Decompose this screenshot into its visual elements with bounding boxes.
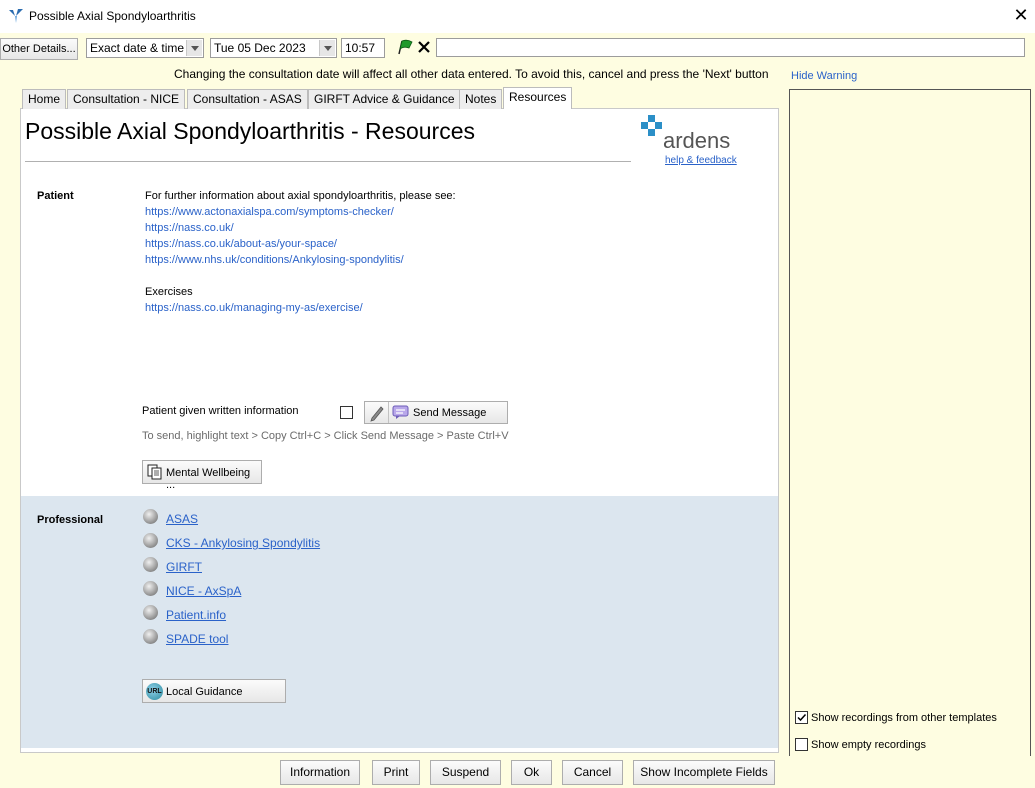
local-guidance-label: Local Guidance	[166, 686, 243, 698]
cancel-button[interactable]: Cancel	[562, 760, 623, 785]
globe-icon	[143, 629, 158, 644]
tab-consultation-nice[interactable]: Consultation - NICE	[67, 89, 186, 109]
print-button[interactable]: Print	[372, 760, 420, 785]
button-divider	[388, 402, 389, 423]
recordings-side-panel	[789, 89, 1031, 757]
globe-icon	[143, 557, 158, 572]
chevron-down-icon[interactable]	[319, 40, 335, 56]
title-divider	[25, 161, 631, 162]
patient-link[interactable]: https://www.nhs.uk/conditions/Ankylosing…	[145, 254, 404, 266]
date-mode-select[interactable]: Exact date & time	[86, 38, 204, 58]
professional-section-label: Professional	[37, 514, 104, 526]
free-text-input[interactable]	[436, 38, 1025, 57]
show-other-templates-checkbox[interactable]	[795, 711, 808, 724]
written-info-checkbox[interactable]	[340, 406, 353, 419]
information-button[interactable]: Information	[280, 760, 360, 785]
other-details-button[interactable]: Other Details...	[0, 38, 78, 60]
chat-bubble-icon	[392, 405, 409, 419]
show-incomplete-fields-button[interactable]: Show Incomplete Fields	[633, 760, 775, 785]
professional-link-nice[interactable]: NICE - AxSpA	[166, 584, 241, 598]
show-empty-recordings-label: Show empty recordings	[811, 739, 926, 751]
professional-link-asas[interactable]: ASAS	[166, 512, 198, 526]
show-empty-recordings-checkbox[interactable]	[795, 738, 808, 751]
professional-section	[21, 496, 778, 748]
chevron-down-icon[interactable]	[186, 40, 202, 56]
show-other-templates-label: Show recordings from other templates	[811, 712, 997, 724]
local-guidance-button[interactable]: URL Local Guidance	[142, 679, 286, 703]
professional-link-cks[interactable]: CKS - Ankylosing Spondylitis	[166, 536, 320, 550]
pencil-icon	[370, 406, 384, 422]
send-hint-text: To send, highlight text > Copy Ctrl+C > …	[142, 430, 509, 442]
globe-icon	[143, 533, 158, 548]
help-feedback-link[interactable]: help & feedback	[665, 155, 737, 166]
patient-intro-text: For further information about axial spon…	[145, 190, 456, 202]
exercises-label: Exercises	[145, 286, 193, 298]
tab-notes[interactable]: Notes	[459, 89, 503, 109]
ardens-logo-text: ardens	[663, 128, 730, 153]
patient-section-label: Patient	[37, 190, 74, 202]
checkmark-icon	[797, 713, 807, 722]
send-message-button[interactable]: Send Message	[364, 401, 508, 424]
patient-link[interactable]: https://nass.co.uk/	[145, 222, 234, 234]
written-info-label: Patient given written information	[142, 405, 299, 417]
window-title: Possible Axial Spondyloarthritis	[29, 9, 196, 23]
green-flag-icon[interactable]	[396, 38, 414, 56]
professional-link-patient-info[interactable]: Patient.info	[166, 608, 226, 622]
time-field[interactable]: 10:57	[341, 38, 385, 58]
globe-icon	[143, 509, 158, 524]
tab-consultation-asas[interactable]: Consultation - ASAS	[187, 89, 308, 109]
patient-link[interactable]: https://www.actonaxialspa.com/symptoms-c…	[145, 206, 394, 218]
tab-girft[interactable]: GIRFT Advice & Guidance	[308, 89, 461, 109]
app-logo-icon	[9, 9, 23, 23]
date-mode-value: Exact date & time	[90, 41, 185, 55]
url-globe-icon: URL	[146, 683, 163, 700]
ardens-logo: ardens	[641, 115, 730, 153]
clear-x-icon[interactable]	[417, 40, 431, 54]
globe-icon	[143, 605, 158, 620]
suspend-button[interactable]: Suspend	[430, 760, 501, 785]
date-value: Tue 05 Dec 2023	[214, 41, 306, 55]
tab-home[interactable]: Home	[22, 89, 67, 109]
mental-wellbeing-label: Mental Wellbeing ...	[166, 467, 251, 491]
mental-wellbeing-button[interactable]: Mental Wellbeing ...	[142, 460, 262, 491]
globe-icon	[143, 581, 158, 596]
page-title: Possible Axial Spondyloarthritis - Resou…	[25, 118, 475, 144]
hide-warning-link[interactable]: Hide Warning	[791, 70, 857, 82]
documents-icon	[147, 464, 162, 480]
patient-link[interactable]: https://nass.co.uk/about-as/your-space/	[145, 238, 337, 250]
date-warning-text: Changing the consultation date will affe…	[174, 67, 769, 81]
tab-resources[interactable]: Resources	[503, 87, 573, 109]
professional-link-girft[interactable]: GIRFT	[166, 560, 202, 574]
ok-button[interactable]: Ok	[511, 760, 552, 785]
exercise-link[interactable]: https://nass.co.uk/managing-my-as/exerci…	[145, 302, 363, 314]
professional-link-spade[interactable]: SPADE tool	[166, 632, 228, 646]
date-picker[interactable]: Tue 05 Dec 2023	[210, 38, 337, 58]
close-icon[interactable]: ✕	[1010, 4, 1032, 26]
send-message-label: Send Message	[413, 407, 487, 419]
